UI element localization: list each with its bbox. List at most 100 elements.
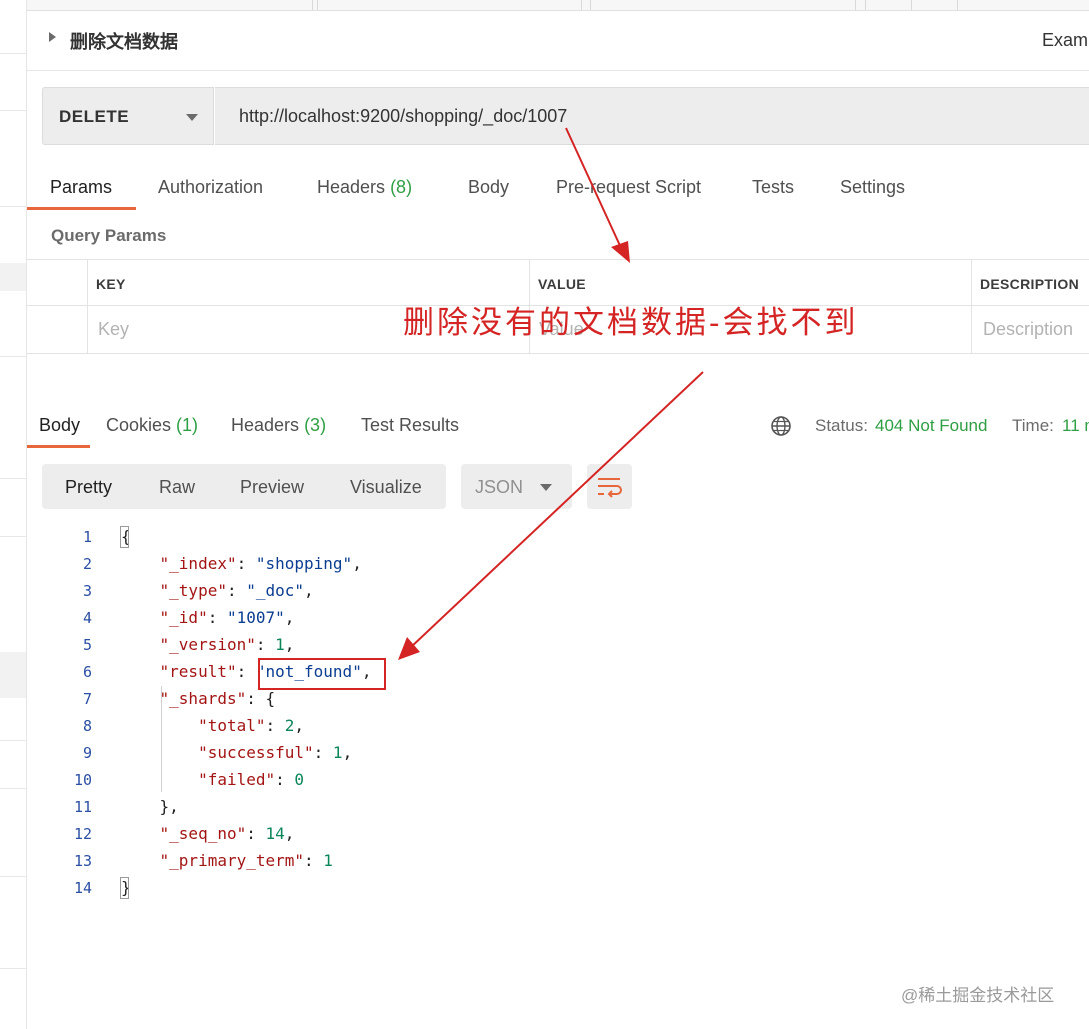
sidebar-strip (0, 0, 27, 1029)
json-key: "_index" (159, 554, 237, 573)
json-string: "shopping" (255, 554, 353, 573)
code-line: "successful": 1, (121, 743, 352, 762)
line-number: 4 (82, 609, 92, 627)
cookies-label: Cookies (106, 415, 172, 435)
tab-params[interactable]: Params (50, 177, 112, 198)
tab-pre-request-script[interactable]: Pre-request Script (556, 177, 701, 198)
json-punct: , (284, 635, 295, 654)
json-number: 0 (294, 770, 305, 789)
response-tab-body[interactable]: Body (39, 415, 80, 436)
tab-headers-label: Headers (317, 177, 386, 197)
json-punct: : (304, 851, 324, 870)
line-number: 8 (82, 717, 92, 735)
json-punct: , (342, 743, 353, 762)
tab-tests[interactable]: Tests (752, 177, 794, 198)
code-line: "_index": "shopping", (121, 554, 362, 573)
json-punct (121, 554, 160, 573)
json-punct: , (294, 716, 305, 735)
status-value[interactable]: 404 Not Found (875, 416, 987, 436)
request-title-row: 删除文档数据 Exam (27, 11, 1089, 71)
line-number: 11 (73, 798, 92, 816)
json-key: "_seq_no" (159, 824, 247, 843)
json-key: "_primary_term" (159, 851, 305, 870)
expand-caret-icon[interactable] (49, 32, 56, 42)
json-key: "failed" (198, 770, 276, 789)
json-punct (121, 824, 160, 843)
json-key: "_version" (159, 635, 256, 654)
format-label: JSON (475, 477, 524, 497)
json-number: 1 (275, 635, 285, 654)
raw-button[interactable]: Raw (159, 477, 195, 498)
line-number: 3 (82, 582, 92, 600)
url-input[interactable]: http://localhost:9200/shopping/_doc/1007 (215, 87, 1089, 145)
format-select[interactable]: JSON (461, 464, 572, 509)
json-number: 14 (265, 824, 285, 843)
json-punct: : (275, 770, 295, 789)
json-number: 2 (284, 716, 295, 735)
code-line: "_id": "1007", (121, 608, 295, 627)
cookies-count: (1) (176, 415, 199, 435)
column-header-description: DESCRIPTION (980, 276, 1079, 292)
code-line: }, (121, 797, 179, 816)
response-tab-test-results[interactable]: Test Results (361, 415, 459, 436)
tab-strip[interactable] (27, 0, 1089, 11)
wrap-icon (598, 478, 622, 498)
request-title[interactable]: 删除文档数据 (70, 28, 178, 54)
json-key: "_id" (159, 608, 208, 627)
json-punct: : { (246, 689, 276, 708)
json-punct: }, (121, 797, 179, 816)
chevron-down-icon (540, 484, 552, 491)
json-key: "result" (159, 662, 237, 681)
tab-headers[interactable]: Headers (8) (317, 177, 412, 198)
code-line: "failed": 0 (121, 770, 304, 789)
json-punct (121, 581, 160, 600)
json-number: 1 (332, 743, 343, 762)
line-number: 6 (82, 663, 92, 681)
json-punct: : (265, 716, 285, 735)
json-key: "_shards" (159, 689, 247, 708)
json-punct: : (255, 635, 276, 654)
preview-button[interactable]: Preview (240, 477, 304, 498)
time-label: Time: (1012, 416, 1054, 435)
highlight-box (258, 658, 386, 690)
tab-headers-count: (8) (390, 177, 413, 197)
line-number: 2 (82, 555, 92, 573)
method-select[interactable]: DELETE (42, 87, 214, 145)
json-punct: : (246, 824, 266, 843)
method-label: DELETE (59, 107, 130, 126)
annotation-note: 删除没有的文档数据-会找不到 (403, 305, 859, 341)
watermark: @稀土掘金技术社区 (901, 986, 1055, 1005)
bracket-match-highlight (120, 526, 129, 548)
json-punct: : (236, 554, 256, 573)
bracket-match-highlight (120, 877, 129, 899)
time-value[interactable]: 11 m (1062, 416, 1089, 436)
json-punct (121, 716, 198, 735)
description-input[interactable]: Description (983, 319, 1073, 340)
examples-link[interactable]: Exam (1042, 30, 1088, 51)
response-headers-count: (3) (304, 415, 327, 435)
tab-body[interactable]: Body (468, 177, 509, 198)
wrap-lines-button[interactable] (587, 464, 632, 509)
response-tab-headers[interactable]: Headers (3) (231, 415, 326, 436)
tab-authorization[interactable]: Authorization (158, 177, 263, 198)
json-punct (121, 635, 160, 654)
json-key: "_type" (159, 581, 227, 600)
line-number: 12 (73, 825, 92, 843)
column-header-key: KEY (96, 276, 126, 292)
line-number: 13 (73, 852, 92, 870)
response-tab-cookies[interactable]: Cookies (1) (106, 415, 198, 436)
code-line: "_shards": { (121, 689, 276, 708)
tab-settings[interactable]: Settings (840, 177, 905, 198)
json-punct: : (226, 581, 247, 600)
json-punct (121, 851, 160, 870)
visualize-button[interactable]: Visualize (350, 477, 422, 498)
code-line: "_version": 1, (121, 635, 295, 654)
line-number: 1 (82, 528, 92, 546)
active-tab-indicator (27, 445, 90, 448)
view-mode-bar: Pretty Raw Preview Visualize (42, 464, 446, 509)
key-input[interactable]: Key (98, 319, 129, 340)
line-number: 5 (82, 636, 92, 654)
globe-icon[interactable] (769, 414, 793, 438)
json-punct: : (236, 662, 256, 681)
pretty-button[interactable]: Pretty (65, 477, 112, 498)
